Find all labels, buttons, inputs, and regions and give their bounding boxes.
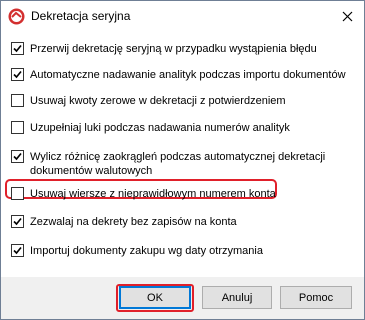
checkmark-icon [13, 44, 22, 53]
checkbox[interactable] [11, 121, 24, 134]
checkbox[interactable] [11, 68, 24, 81]
window-title: Dekretacja seryjna [31, 9, 131, 23]
option-label: Wylicz różnicę zaokrągleń podczas automa… [30, 150, 325, 178]
dialog-window: Dekretacja seryjna Przerwij dekretację s… [0, 0, 365, 320]
option-auto-analytics[interactable]: Automatyczne nadawanie analityk podczas … [11, 68, 346, 82]
option-label: Zezwalaj na dekrety bez zapisów na konta [30, 216, 237, 228]
checkbox[interactable] [11, 244, 24, 257]
help-button[interactable]: Pomoc [280, 286, 352, 309]
checkmark-icon [13, 217, 22, 226]
option-label: Uzupełniaj luki podczas nadawania numeró… [30, 122, 290, 134]
option-remove-invalid-account-rows[interactable]: Usuwaj wiersze z nieprawidłowym numerem … [11, 187, 276, 201]
close-button[interactable] [334, 4, 360, 28]
option-allow-decrees-without-entries[interactable]: Zezwalaj na dekrety bez zapisów na konta [11, 215, 237, 229]
option-rounding-difference[interactable]: Wylicz różnicę zaokrągleń podczas automa… [11, 150, 325, 178]
checkbox[interactable] [11, 187, 24, 200]
checkmark-icon [13, 70, 22, 79]
option-label: Usuwaj kwoty zerowe w dekretacji z potwi… [30, 95, 286, 107]
checkbox[interactable] [11, 215, 24, 228]
checkbox[interactable] [11, 42, 24, 55]
title-bar: Dekretacja seryjna [1, 1, 364, 31]
option-remove-zero-amounts[interactable]: Usuwaj kwoty zerowe w dekretacji z potwi… [11, 94, 286, 108]
option-label: Automatyczne nadawanie analityk podczas … [30, 69, 346, 81]
ok-highlight-box [116, 284, 194, 312]
checkbox[interactable] [11, 150, 24, 163]
cancel-button[interactable]: Anuluj [202, 286, 272, 309]
checkmark-icon [13, 246, 22, 255]
close-icon [342, 11, 352, 21]
app-logo-icon [8, 8, 25, 25]
option-label-line1: Wylicz różnicę zaokrągleń podczas automa… [30, 151, 326, 163]
option-fill-gaps[interactable]: Uzupełniaj luki podczas nadawania numeró… [11, 121, 290, 135]
option-label: Usuwaj wiersze z nieprawidłowym numerem … [30, 188, 276, 200]
option-label: Przerwij dekretację seryjną w przypadku … [30, 43, 317, 55]
checkmark-icon [13, 152, 22, 161]
option-label: Importuj dokumenty zakupu wg daty otrzym… [30, 245, 263, 257]
option-label-line2: dokumentów walutowych [30, 165, 153, 177]
option-stop-on-error[interactable]: Przerwij dekretację seryjną w przypadku … [11, 42, 317, 56]
option-import-by-receipt-date[interactable]: Importuj dokumenty zakupu wg daty otrzym… [11, 244, 263, 258]
checkbox[interactable] [11, 94, 24, 107]
